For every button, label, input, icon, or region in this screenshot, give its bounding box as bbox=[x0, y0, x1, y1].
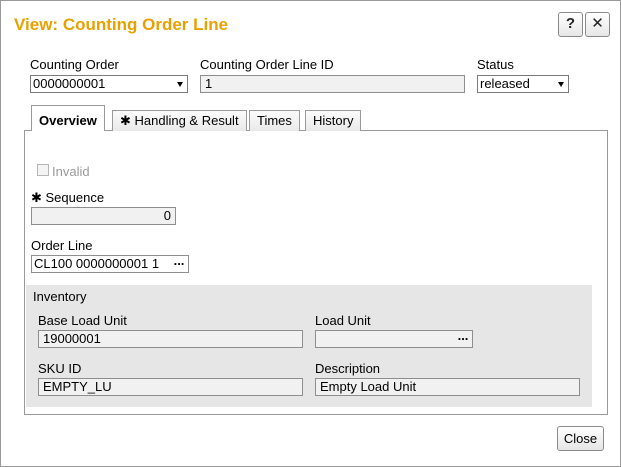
invalid-label: Invalid bbox=[52, 164, 90, 179]
order-line-label: Order Line bbox=[31, 238, 93, 253]
close-button[interactable]: Close bbox=[557, 426, 604, 451]
sku-id-field[interactable]: EMPTY_LU bbox=[38, 378, 303, 396]
line-id-label: Counting Order Line ID bbox=[200, 57, 334, 72]
chevron-down-icon bbox=[558, 82, 564, 87]
help-button[interactable]: ? bbox=[558, 12, 583, 37]
load-unit-label: Load Unit bbox=[315, 313, 371, 328]
order-line-field[interactable]: CL100 0000000001 1 ... bbox=[31, 255, 189, 273]
base-load-unit-label: Base Load Unit bbox=[38, 313, 127, 328]
dialog-window: View: Counting Order Line ? ✕ Counting O… bbox=[0, 0, 621, 467]
order-line-value: CL100 0000000001 1 bbox=[34, 256, 160, 271]
chevron-down-icon bbox=[177, 82, 183, 87]
status-select[interactable]: released bbox=[477, 75, 569, 93]
counting-order-label: Counting Order bbox=[30, 57, 119, 72]
close-icon[interactable]: ✕ bbox=[585, 12, 610, 37]
counting-order-select[interactable]: 0000000001 bbox=[30, 75, 188, 93]
line-id-field[interactable]: 1 bbox=[200, 75, 465, 93]
description-label: Description bbox=[315, 361, 381, 376]
tab-handling-result[interactable]: ✱ Handling & Result bbox=[112, 110, 247, 131]
load-unit-field[interactable]: ... bbox=[315, 330, 473, 348]
counting-order-value: 0000000001 bbox=[33, 76, 106, 91]
tab-history[interactable]: History bbox=[305, 110, 362, 131]
load-unit-lookup-button[interactable]: ... bbox=[454, 331, 472, 347]
order-line-lookup-button[interactable]: ... bbox=[170, 256, 188, 272]
status-value: released bbox=[480, 76, 530, 91]
status-label: Status bbox=[477, 57, 514, 72]
base-load-unit-field[interactable]: 19000001 bbox=[38, 330, 303, 348]
tab-times[interactable]: Times bbox=[249, 110, 300, 131]
inventory-heading: Inventory bbox=[33, 289, 87, 304]
sequence-field[interactable]: 0 bbox=[31, 207, 176, 225]
dialog-title: View: Counting Order Line bbox=[14, 15, 229, 34]
tab-overview[interactable]: Overview bbox=[31, 105, 105, 131]
sku-id-label: SKU ID bbox=[38, 361, 82, 376]
description-field[interactable]: Empty Load Unit bbox=[315, 378, 580, 396]
invalid-checkbox[interactable] bbox=[37, 164, 49, 176]
sequence-label: ✱ Sequence bbox=[31, 190, 105, 205]
